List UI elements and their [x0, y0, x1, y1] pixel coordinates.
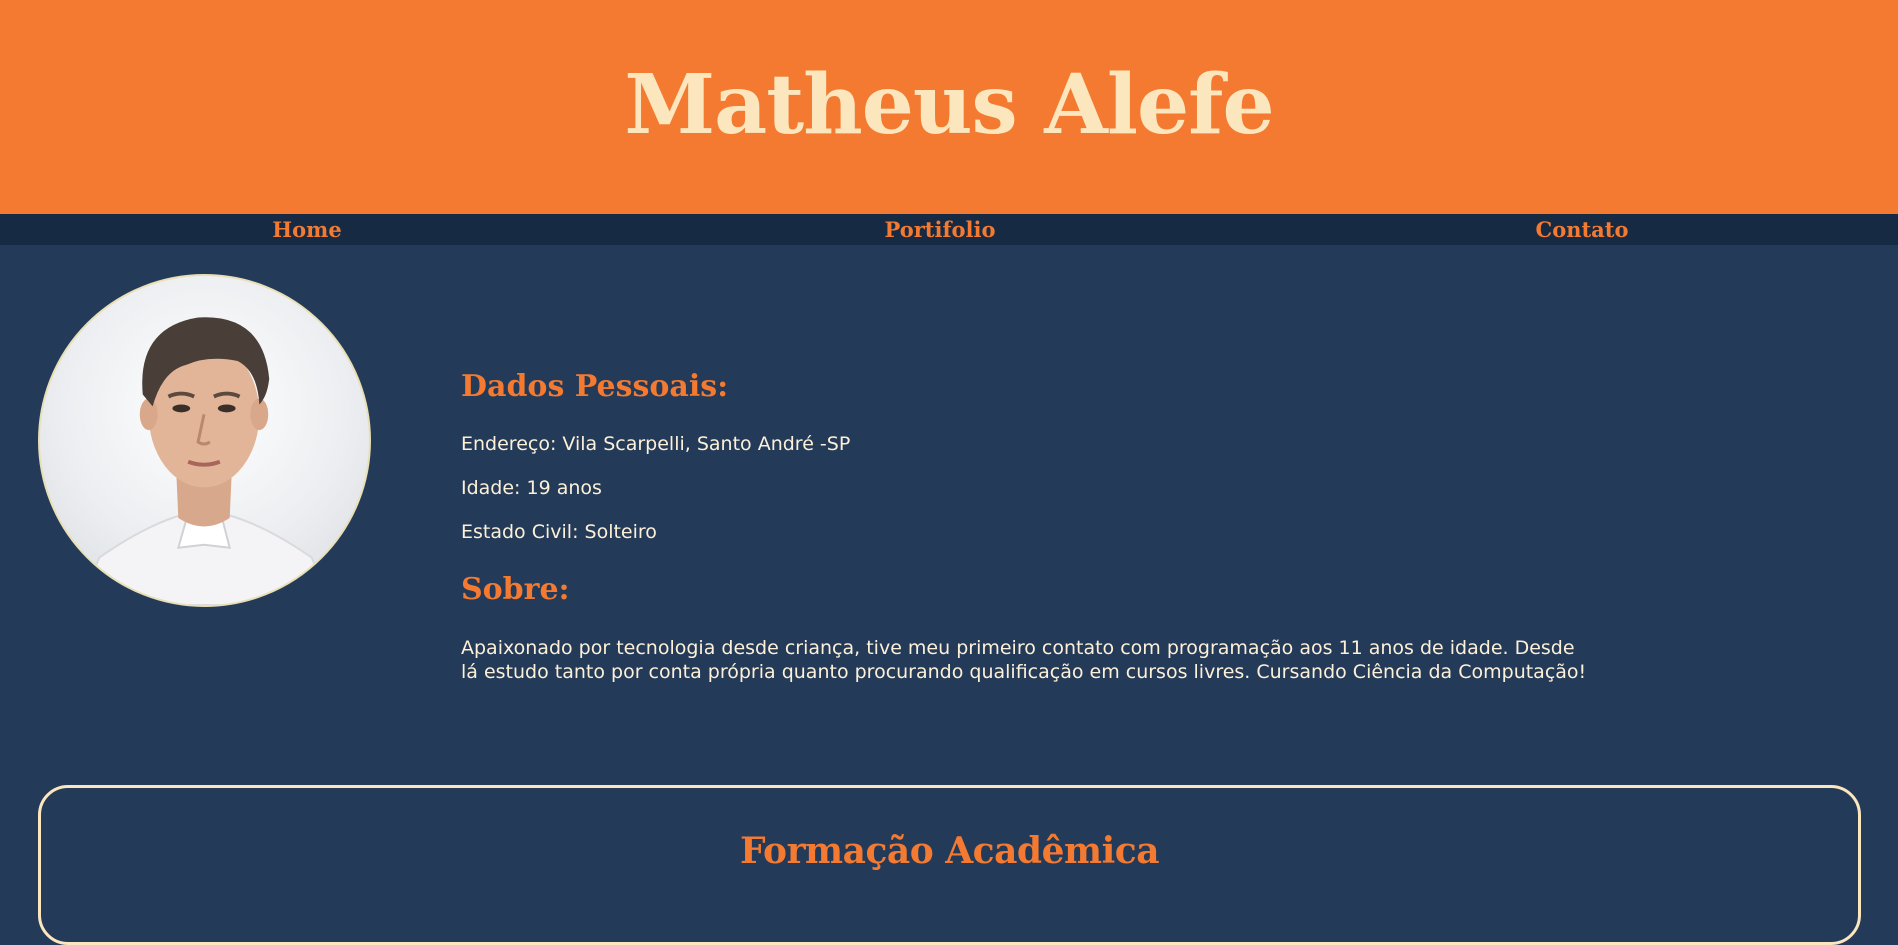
- site-title: Matheus Alefe: [624, 57, 1274, 153]
- nav-link-portfolio[interactable]: Portifolio: [885, 214, 996, 245]
- education-section: Formação Acadêmica: [38, 785, 1861, 945]
- profile-photo-image: [78, 317, 333, 605]
- education-heading: Formação Acadêmica: [739, 830, 1160, 872]
- marital-status-text: Estado Civil: Solteiro: [461, 521, 657, 543]
- main-nav: Home Portifolio Contato: [0, 214, 1898, 245]
- site-header: Matheus Alefe: [0, 0, 1898, 214]
- personal-data-heading: Dados Pessoais:: [461, 369, 729, 404]
- nav-link-home[interactable]: Home: [272, 214, 341, 245]
- about-text: Apaixonado por tecnologia desde criança,…: [461, 637, 1587, 683]
- profile-photo: [38, 274, 371, 607]
- address-text: Endereço: Vila Scarpelli, Santo André -S…: [461, 433, 851, 455]
- age-text: Idade: 19 anos: [461, 477, 602, 499]
- nav-link-contato[interactable]: Contato: [1535, 214, 1628, 245]
- about-heading: Sobre:: [461, 572, 570, 607]
